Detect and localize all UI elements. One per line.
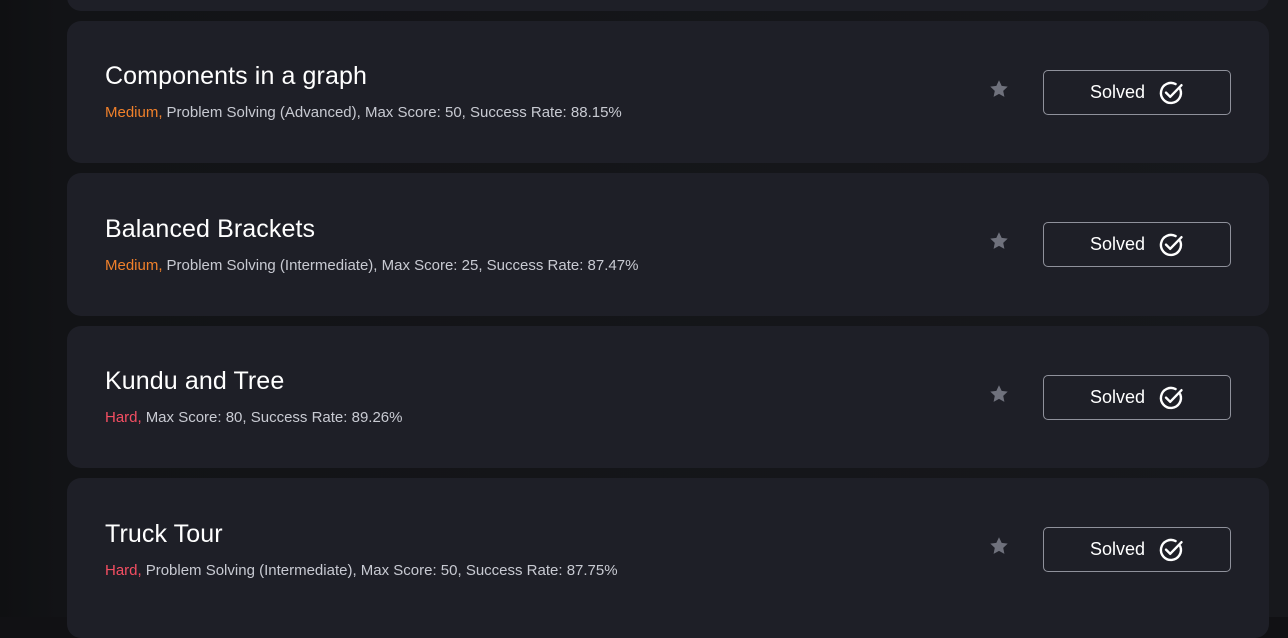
star-icon[interactable] [988,383,1010,405]
solved-button[interactable]: Solved [1043,527,1231,572]
challenge-card[interactable]: Components in a graph Medium, Problem Sol… [67,21,1269,163]
solved-label: Solved [1089,82,1146,102]
challenge-title[interactable]: Components in a graph [105,62,367,91]
challenge-details: Max Score: 80, Success Rate: 89.26% [145,409,403,426]
solved-button[interactable]: Solved [1043,222,1231,267]
solved-label: Solved [1089,387,1146,407]
challenge-meta: Medium, Problem Solving (Intermediate), M… [105,257,638,274]
challenge-card[interactable]: Balanced Brackets Medium, Problem Solving… [67,173,1269,316]
star-icon[interactable] [988,535,1010,557]
difficulty-label: Hard, [105,562,142,579]
challenge-title[interactable]: Truck Tour [105,520,223,549]
solved-label: Solved [1089,234,1146,254]
challenge-card-partial[interactable] [67,0,1269,11]
difficulty-label: Hard, [105,409,142,426]
challenge-card[interactable]: Kundu and Tree Hard, Max Score: 80, Succe… [67,326,1269,468]
challenge-meta: Hard, Problem Solving (Intermediate), Max… [105,562,618,579]
challenge-title[interactable]: Balanced Brackets [105,215,315,244]
star-icon[interactable] [988,78,1010,100]
challenge-details: Problem Solving (Advanced), Max Score: 5… [166,104,622,121]
challenge-details: Problem Solving (Intermediate), Max Scor… [145,562,618,579]
challenge-meta: Medium, Problem Solving (Advanced), Max S… [105,104,622,121]
difficulty-label: Medium, [105,257,163,274]
challenge-title[interactable]: Kundu and Tree [105,367,284,396]
challenge-details: Problem Solving (Intermediate), Max Scor… [166,257,639,274]
check-circle-icon [1159,233,1183,256]
difficulty-label: Medium, [105,104,163,121]
solved-button[interactable]: Solved [1043,70,1231,115]
solved-button[interactable]: Solved [1043,375,1231,420]
solved-label: Solved [1089,539,1146,559]
check-circle-icon [1159,386,1183,409]
challenge-meta: Hard, Max Score: 80, Success Rate: 89.26% [105,409,402,426]
star-icon[interactable] [988,230,1010,252]
check-circle-icon [1159,81,1183,104]
challenge-card[interactable]: Truck Tour Hard, Problem Solving (Interme… [67,478,1269,638]
check-circle-icon [1159,538,1183,561]
